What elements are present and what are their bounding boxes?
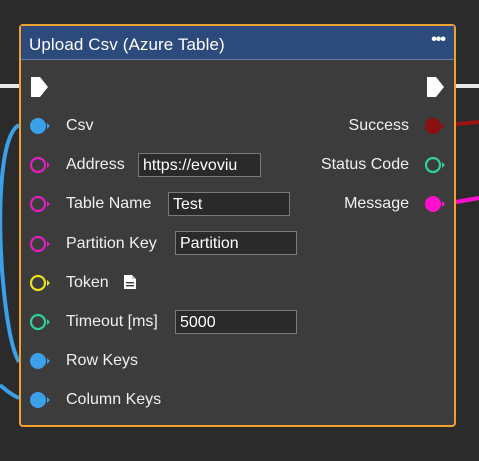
token-label: Token bbox=[66, 274, 109, 291]
csv-label: Csv bbox=[66, 117, 94, 134]
address-field[interactable]: https://evoviu bbox=[138, 153, 261, 177]
csv-pin-icon[interactable] bbox=[29, 116, 51, 136]
node-header[interactable]: Upload Csv (Azure Table) ••• bbox=[21, 26, 454, 60]
status-code-pin-icon[interactable] bbox=[424, 155, 446, 175]
table-name-field[interactable]: Test bbox=[168, 192, 290, 216]
token-pin-icon[interactable] bbox=[29, 273, 51, 293]
column-keys-pin-icon[interactable] bbox=[29, 390, 51, 410]
message-label: Message bbox=[344, 195, 409, 212]
message-wire bbox=[455, 196, 479, 204]
success-wire bbox=[455, 120, 479, 126]
address-pin-icon[interactable] bbox=[29, 155, 51, 175]
partition-key-pin-icon[interactable] bbox=[29, 234, 51, 254]
node-title: Upload Csv (Azure Table) bbox=[29, 35, 225, 54]
column-keys-wire bbox=[0, 383, 20, 400]
column-keys-label: Column Keys bbox=[66, 391, 162, 408]
exec-in-pin-icon[interactable] bbox=[29, 76, 49, 98]
timeout-pin-icon[interactable] bbox=[29, 312, 51, 332]
table-name-label: Table Name bbox=[66, 195, 152, 212]
timeout-label: Timeout [ms] bbox=[66, 313, 158, 330]
csv-wire bbox=[0, 123, 21, 364]
success-pin-icon[interactable] bbox=[424, 116, 446, 136]
exec-out-pin-icon[interactable] bbox=[425, 76, 445, 98]
message-pin-icon[interactable] bbox=[424, 194, 446, 214]
table-name-pin-icon[interactable] bbox=[29, 194, 51, 214]
upload-csv-node[interactable]: Upload Csv (Azure Table) ••• Csv Address… bbox=[19, 24, 456, 427]
more-dots-icon[interactable]: ••• bbox=[431, 31, 446, 49]
partition-key-field[interactable]: Partition bbox=[175, 231, 297, 255]
timeout-field[interactable]: 5000 bbox=[175, 310, 297, 334]
document-icon[interactable] bbox=[123, 275, 137, 289]
partition-key-label: Partition Key bbox=[66, 235, 157, 252]
row-keys-label: Row Keys bbox=[66, 352, 139, 369]
status-code-label: Status Code bbox=[320, 156, 409, 173]
row-keys-pin-icon[interactable] bbox=[29, 351, 51, 371]
address-label: Address bbox=[66, 156, 125, 173]
success-label: Success bbox=[348, 117, 409, 134]
